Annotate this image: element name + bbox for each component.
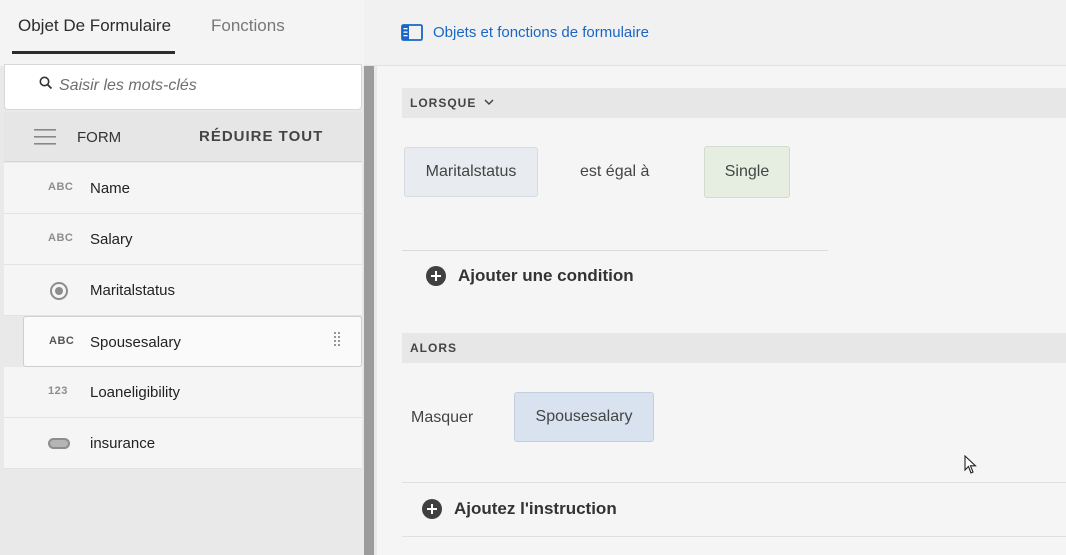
search-icon: [39, 76, 53, 90]
tree-item-label: Name: [90, 180, 131, 197]
radio-button-icon: [50, 282, 68, 300]
tree-item-label: Maritalstatus: [90, 282, 176, 299]
divider: [402, 536, 1066, 537]
condition-value-token[interactable]: Single: [704, 146, 790, 198]
add-statement-button[interactable]: Ajoutez l'instruction: [422, 498, 617, 520]
tree-item-label: Spousesalary: [90, 334, 181, 351]
search-box: [4, 64, 362, 110]
panel-resize-handle[interactable]: [364, 66, 374, 555]
plus-circle-icon: [426, 266, 446, 286]
tree-item-name[interactable]: ABC Name: [4, 163, 362, 214]
add-condition-button[interactable]: Ajouter une condition: [426, 265, 634, 287]
when-section-header[interactable]: LORSQUE: [402, 88, 1066, 118]
then-section-header: ALORS: [402, 333, 1066, 363]
side-panel-icon[interactable]: [401, 24, 423, 41]
tree-item-salary[interactable]: ABC Salary: [4, 214, 362, 265]
divider: [374, 66, 377, 555]
mouse-cursor-icon: [964, 455, 977, 474]
then-label: ALORS: [410, 341, 457, 355]
tree-item-label: Salary: [90, 231, 133, 248]
drag-handle-icon[interactable]: [333, 331, 341, 351]
tree-item-maritalstatus[interactable]: Maritalstatus: [4, 265, 362, 316]
top-bar: Objets et fonctions de formulaire: [364, 0, 1066, 66]
action-target-token[interactable]: Spousesalary: [514, 392, 654, 442]
form-objects-functions-link[interactable]: Objets et fonctions de formulaire: [433, 24, 649, 41]
condition-field-token[interactable]: Maritalstatus: [404, 147, 538, 197]
condition-operator[interactable]: est égal à: [580, 163, 649, 181]
tree-item-label: insurance: [90, 435, 156, 452]
add-statement-label: Ajoutez l'instruction: [454, 499, 617, 518]
tab-functions[interactable]: Fonctions: [211, 16, 285, 54]
left-panel: Objet De Formulaire Fonctions FORM RÉDUI…: [0, 0, 364, 555]
tab-bar: Objet De Formulaire Fonctions: [0, 0, 364, 66]
text-field-icon: ABC: [48, 232, 74, 244]
when-label: LORSQUE: [410, 96, 477, 110]
numeric-field-icon: 123: [48, 385, 68, 397]
tab-form-objects[interactable]: Objet De Formulaire: [12, 16, 175, 54]
divider: [402, 482, 1066, 483]
collapse-all-button[interactable]: RÉDUIRE TOUT: [199, 128, 323, 145]
switch-icon: [48, 438, 70, 449]
plus-circle-icon: [422, 499, 442, 519]
chevron-down-icon[interactable]: [484, 98, 494, 106]
tree-item-loaneligibility[interactable]: 123 Loaneligibility: [4, 367, 362, 418]
divider: [402, 250, 828, 251]
form-label: FORM: [77, 129, 122, 146]
tree-header: FORM RÉDUIRE TOUT: [4, 112, 362, 162]
search-input[interactable]: [59, 73, 349, 99]
text-field-icon: ABC: [48, 181, 74, 193]
add-condition-label: Ajouter une condition: [458, 266, 634, 285]
form-object-tree: ABC Name ABC Salary Maritalstatus ABC Sp…: [4, 163, 362, 469]
tree-item-label: Loaneligibility: [90, 384, 181, 401]
form-icon: [34, 129, 56, 145]
action-verb[interactable]: Masquer: [411, 409, 473, 427]
tree-item-spousesalary[interactable]: ABC Spousesalary: [23, 316, 362, 367]
text-field-icon: ABC: [49, 335, 75, 347]
tree-item-insurance[interactable]: insurance: [4, 418, 362, 469]
